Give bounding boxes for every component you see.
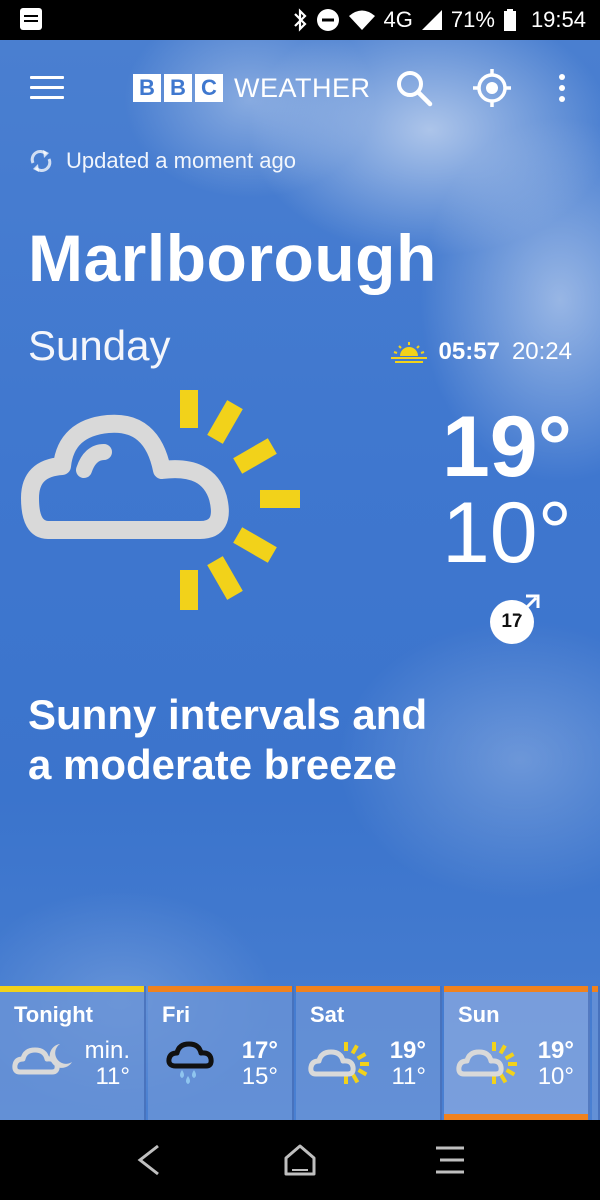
max-temperature: 19° [441,399,572,495]
forecast-low: 11° [391,1063,426,1090]
forecast-low: 11° [95,1063,130,1090]
forecast-strip: Tonight min. 11° Fri 17° 15° Sat 19° 11°… [0,986,600,1120]
logo-word: WEATHER [234,72,371,103]
wind-direction-arrow-icon [518,594,540,616]
sunny-intervals-icon [21,390,300,610]
sunrise-icon [390,342,427,363]
network-type: 4G [383,7,413,32]
location-name: Marlborough [28,221,437,295]
screen: 4G 71% 19:54 B B C WEATHER Updated a mom… [0,0,600,1200]
logo-letter-b1: B [133,74,161,102]
app-bar: B B C WEATHER [0,60,600,116]
summary-line-1: Sunny intervals and [28,691,428,738]
system-nav-bar [0,1120,600,1200]
bbc-weather-logo: B B C WEATHER [133,73,371,103]
forecast-label: Sun [458,1002,500,1027]
forecast-high: 17° [241,1037,278,1064]
forecast-bar [296,986,440,992]
battery-percent: 71% [450,7,495,32]
weather-summary: Sunny intervals and a moderate breeze [28,690,568,791]
location-target-icon[interactable] [472,68,512,108]
wind-indicator: 17 [490,594,540,646]
menu-icon[interactable] [30,76,64,100]
sunrise-time: 05:57 [438,338,500,365]
forecast-card-fri[interactable]: Fri 17° 15° [148,986,294,1120]
back-icon[interactable] [134,1140,164,1180]
do-not-disturb-icon [316,9,339,31]
summary-line-2: a moderate breeze [28,741,397,789]
forecast-bar [592,986,598,992]
forecast-values: min. 11° [85,1038,130,1090]
forecast-high: 19° [537,1037,574,1064]
clock: 19:54 [530,7,586,32]
forecast-card-tonight[interactable]: Tonight min. 11° [0,986,146,1120]
forecast-bar [444,986,588,992]
signal-icon [421,10,442,30]
status-icons: 4G 71% 19:54 [292,6,586,34]
logo-letter-b2: B [164,74,192,102]
forecast-values: 17° 15° [242,1038,278,1090]
sun-cloud-icon [456,1042,517,1084]
logo-letter-c: C [195,74,223,102]
day-label: Sunday [28,322,171,369]
forecast-label: Fri [162,1002,191,1027]
sun-times: 05:57 20:24 [390,338,572,366]
refresh-icon[interactable] [28,148,54,174]
forecast-values: 19° 10° [538,1038,574,1090]
cloud-moon-icon [12,1044,72,1075]
search-icon[interactable] [394,68,434,108]
forecast-label: Tonight [14,1002,93,1027]
forecast-card-next[interactable] [592,986,600,1120]
forecast-low: 10° [537,1063,574,1090]
battery-icon [503,9,516,31]
bluetooth-icon [293,8,307,32]
notification-icon [20,8,42,30]
recent-apps-icon[interactable] [432,1140,468,1180]
rain-cloud-icon [166,1041,214,1084]
forecast-bar [0,986,144,992]
forecast-values: 19° 11° [390,1038,426,1090]
wifi-icon [348,10,375,30]
forecast-high: 19° [389,1037,426,1064]
min-temperature: 10° [441,485,572,581]
status-bar: 4G 71% 19:54 [0,0,600,40]
more-options-icon[interactable] [552,68,572,108]
forecast-label: Sat [310,1002,345,1027]
sun-cloud-icon [308,1042,369,1084]
forecast-card-sat[interactable]: Sat 19° 11° [296,986,442,1120]
home-icon[interactable] [282,1140,318,1180]
forecast-card-sun[interactable]: Sun 19° 10° [444,986,590,1120]
forecast-bar [148,986,292,992]
update-status[interactable]: Updated a moment ago [28,148,296,174]
sunset-time: 20:24 [511,338,572,365]
forecast-high: min. [84,1037,130,1064]
updated-text: Updated a moment ago [66,148,296,173]
forecast-low: 15° [241,1063,278,1090]
